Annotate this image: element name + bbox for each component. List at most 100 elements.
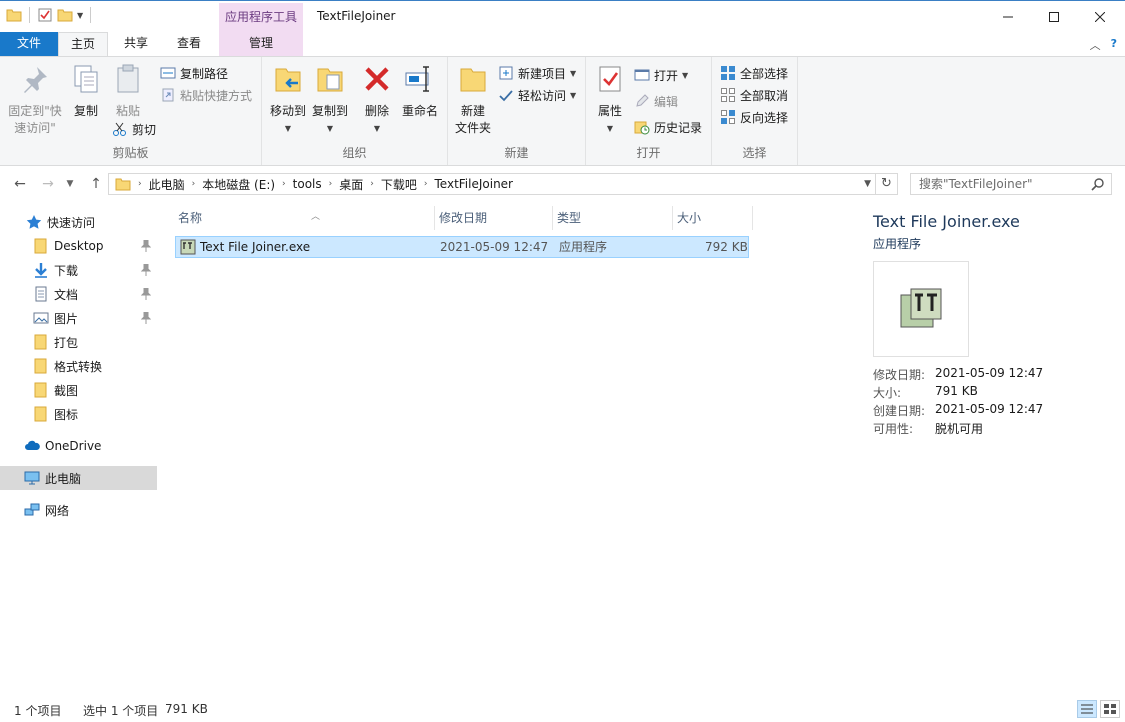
paste-button[interactable]: 粘贴 — [108, 63, 148, 120]
minimize-button[interactable] — [985, 1, 1031, 33]
large-icons-view-button[interactable] — [1100, 700, 1120, 718]
cut-button[interactable]: 剪切 — [112, 119, 156, 139]
column-header-type[interactable]: 类型 — [553, 206, 673, 230]
breadcrumb-item[interactable]: 桌面 — [335, 176, 367, 193]
breadcrumb-separator[interactable]: › — [326, 179, 336, 189]
collapse-ribbon-icon[interactable]: ︿ — [1090, 37, 1101, 53]
cloud-icon — [25, 440, 40, 450]
nav-item-folder[interactable]: 格式转换 — [0, 354, 157, 378]
breadcrumb-item[interactable]: 下载吧 — [377, 176, 421, 193]
easy-access-button[interactable]: 轻松访问 ▼ — [498, 85, 576, 105]
refresh-button[interactable]: ↻ — [876, 173, 898, 195]
tab-manage[interactable]: 管理 — [219, 32, 303, 56]
forward-button[interactable]: → — [38, 175, 58, 193]
pin-quick-access-button[interactable]: 固定到"快 速访问" — [6, 63, 64, 137]
pin-icon[interactable] — [141, 288, 151, 300]
history-button[interactable]: 历史记录 — [634, 117, 702, 137]
table-row[interactable]: Text File Joiner.exe 2021-05-09 12:47 应用… — [175, 236, 749, 258]
address-bar[interactable]: › 此电脑 › 本地磁盘 (E:) › tools › 桌面 › 下载吧 › T… — [108, 173, 876, 195]
large-icons-view-icon — [1104, 704, 1116, 714]
folder-icon[interactable] — [6, 7, 22, 23]
breadcrumb-separator[interactable]: › — [421, 179, 431, 189]
nav-item-network[interactable]: 网络 — [0, 498, 157, 522]
tab-share[interactable]: 共享 — [112, 32, 160, 56]
copy-path-button[interactable]: 复制路径 — [160, 63, 228, 83]
breadcrumb-item[interactable]: 此电脑 — [145, 176, 189, 193]
nav-item-folder[interactable]: 图标 — [0, 402, 157, 426]
pin-icon[interactable] — [141, 312, 151, 324]
back-button[interactable]: ← — [10, 175, 30, 193]
copy-to-button[interactable]: 复制到 ▼ — [308, 63, 352, 137]
details-property: 可用性: 脱机可用 — [873, 420, 983, 437]
move-to-button[interactable]: 移动到 ▼ — [266, 63, 310, 137]
details-view-button[interactable] — [1077, 700, 1097, 718]
new-item-label: 新建项目 — [518, 66, 567, 81]
nav-item-onedrive[interactable]: OneDrive — [0, 434, 157, 458]
breadcrumb-item[interactable]: TextFileJoiner — [431, 177, 518, 191]
rename-icon — [405, 66, 429, 92]
new-folder-icon[interactable] — [57, 7, 73, 23]
tab-view[interactable]: 查看 — [164, 32, 214, 56]
help-icon[interactable]: ? — [1111, 37, 1117, 53]
nav-item-folder[interactable]: 打包 — [0, 330, 157, 354]
recent-locations-button[interactable]: ▼ — [60, 175, 80, 193]
nav-item-folder[interactable]: 截图 — [0, 378, 157, 402]
paste-shortcut-button[interactable]: 粘贴快捷方式 — [160, 85, 252, 105]
properties-icon — [599, 66, 621, 92]
column-header-name[interactable]: 名称 ︿ — [174, 206, 435, 230]
folder-icon — [34, 382, 47, 398]
property-key: 创建日期: — [873, 404, 926, 418]
customize-toolbar-icon[interactable]: ▼ — [77, 11, 83, 20]
pin-icon[interactable] — [141, 240, 151, 252]
select-none-button[interactable]: 全部取消 — [720, 85, 788, 105]
nav-item-this-pc[interactable]: 此电脑 — [0, 466, 157, 490]
delete-button[interactable]: 删除 ▼ — [360, 63, 394, 137]
breadcrumb-item[interactable]: tools — [289, 177, 326, 191]
refresh-icon: ↻ — [881, 176, 892, 191]
breadcrumb-separator[interactable]: › — [367, 179, 377, 189]
breadcrumb-separator[interactable]: › — [279, 179, 289, 189]
breadcrumb-item[interactable]: 本地磁盘 (E:) — [198, 176, 279, 193]
breadcrumb-separator[interactable]: › — [135, 179, 145, 189]
nav-item-documents[interactable]: 文档 — [0, 282, 157, 306]
nav-item-desktop[interactable]: Desktop — [0, 234, 157, 258]
nav-item-pictures[interactable]: 图片 — [0, 306, 157, 330]
column-header-size[interactable]: 大小 — [673, 206, 753, 230]
rename-button[interactable]: 重命名 — [398, 63, 442, 120]
invert-selection-button[interactable]: 反向选择 — [720, 107, 788, 127]
properties-check-icon[interactable] — [37, 7, 53, 23]
chevron-down-icon: ▼ — [66, 179, 74, 189]
new-item-button[interactable]: 新建项目 ▼ — [498, 63, 576, 83]
close-button[interactable] — [1077, 1, 1123, 33]
copy-button[interactable]: 复制 — [68, 63, 104, 120]
pin-label-2: 速访问" — [14, 121, 56, 135]
pin-icon[interactable] — [141, 264, 151, 276]
nav-item-quick-access[interactable]: 快速访问 — [0, 210, 157, 234]
new-folder-button[interactable]: 新建 文件夹 — [454, 63, 492, 137]
column-header-date[interactable]: 修改日期 — [435, 206, 553, 230]
tab-home[interactable]: 主页 — [58, 32, 108, 57]
nav-label: 此电脑 — [45, 471, 82, 486]
document-icon — [35, 286, 47, 302]
sort-ascending-icon: ︿ — [311, 212, 321, 222]
open-button[interactable]: 打开 ▼ — [634, 65, 688, 85]
search-input[interactable]: 搜索"TextFileJoiner" — [910, 173, 1112, 195]
file-name-cell: Text File Joiner.exe — [200, 240, 311, 254]
up-button[interactable]: ↑ — [86, 175, 106, 193]
tab-file[interactable]: 文件 — [0, 32, 58, 56]
select-all-button[interactable]: 全部选择 — [720, 63, 788, 83]
new-item-dropdown-icon: ▼ — [570, 68, 577, 78]
folder-icon — [34, 358, 47, 374]
move-to-icon — [275, 68, 301, 92]
paste-shortcut-label: 粘贴快捷方式 — [180, 88, 253, 103]
properties-button[interactable]: 属性 ▼ — [592, 63, 628, 137]
file-list: 名称 ︿ 修改日期 类型 大小 Text File Joiner.exe 202… — [160, 202, 850, 694]
address-dropdown-icon[interactable]: ▼ — [864, 179, 871, 189]
maximize-button[interactable] — [1031, 1, 1077, 33]
edit-button[interactable]: 编辑 — [634, 91, 678, 111]
property-key: 大小: — [873, 386, 902, 400]
delete-dropdown-icon: ▼ — [373, 124, 381, 133]
breadcrumb-separator[interactable]: › — [189, 179, 199, 189]
star-icon — [26, 215, 42, 229]
nav-item-downloads[interactable]: 下载 — [0, 258, 157, 282]
